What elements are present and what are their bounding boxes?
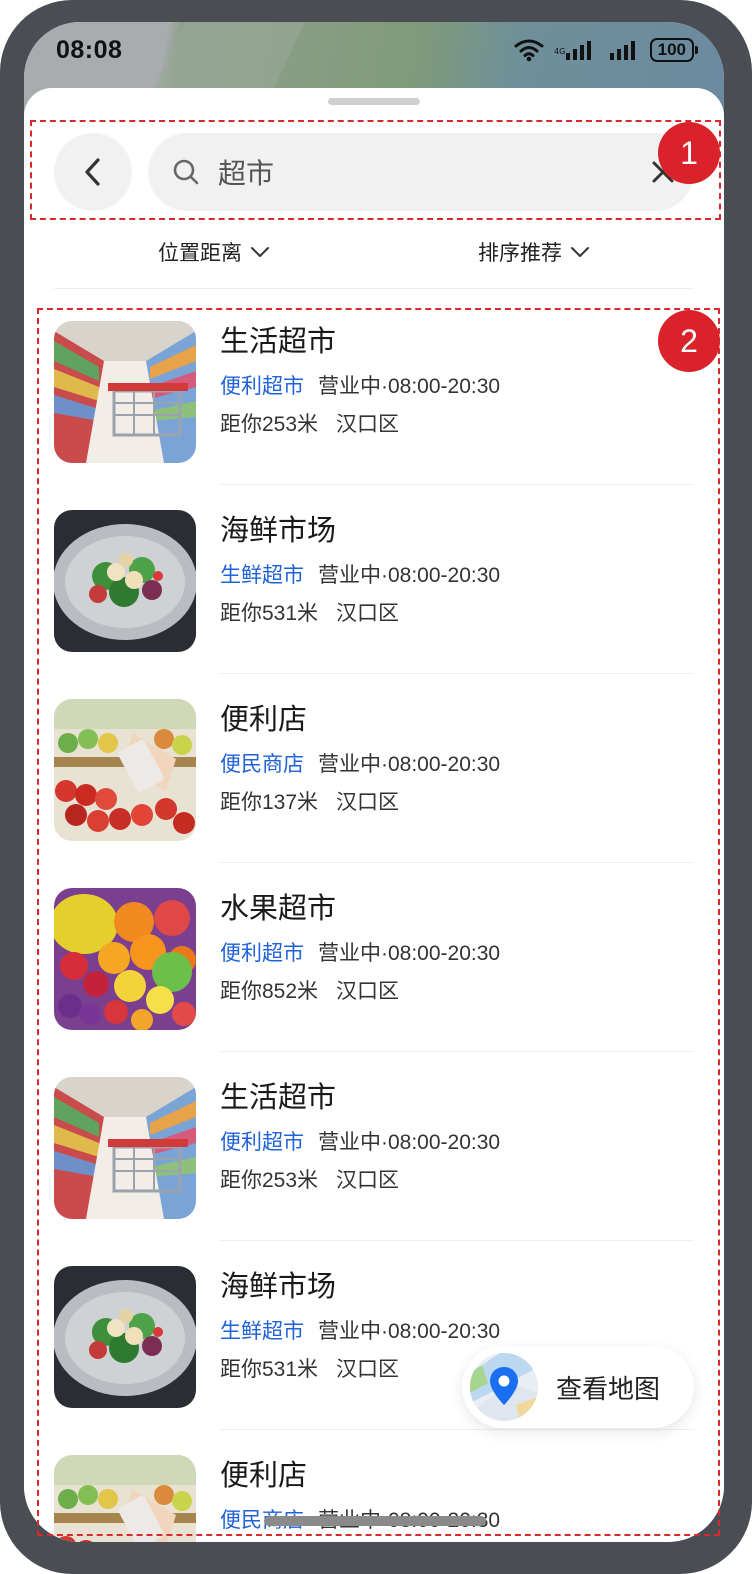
store-thumbnail[interactable] (54, 1077, 196, 1219)
store-info: 生活超市便利超市 营业中·08:00-20:30 距你253米 汉口区 (220, 1076, 694, 1196)
home-indicator[interactable] (264, 1516, 486, 1526)
store-distance: 距你852米 (220, 980, 319, 1003)
filter-sort-label: 排序推荐 (478, 242, 562, 265)
screen: 08:08 4G 100 超市 位置距离 排序推荐 生活超市 便利超市 营业中·… (24, 22, 724, 1542)
store-category: 便利超市 (220, 1131, 304, 1154)
store-distance: 距你253米 (220, 413, 319, 436)
store-thumbnail[interactable] (54, 1455, 196, 1542)
store-distance: 距你137米 (220, 791, 319, 814)
signal-icon: 4G (554, 41, 591, 60)
list-item[interactable]: 生活超市便利超市 营业中·08:00-20:30 距你253米 汉口区 (54, 320, 694, 509)
store-name: 便利店 (220, 704, 308, 736)
store-name: 生活超市 (220, 1082, 337, 1114)
store-thumbnail[interactable] (54, 699, 196, 841)
status-bar: 08:08 4G 100 (24, 22, 724, 78)
store-category: 便利超市 (220, 942, 304, 965)
store-district: 汉口区 (336, 980, 400, 1003)
store-category: 便利超市 (220, 375, 304, 398)
chevron-left-icon (85, 158, 100, 186)
battery-indicator: 100 (649, 38, 699, 62)
store-name: 便利店 (220, 1460, 308, 1492)
store-info: 便利店便民商店营业中·08:00-20:30 距你137米汉口区 (220, 698, 694, 818)
search-field[interactable]: 超市 (148, 133, 694, 211)
store-location: 距你253米 汉口区 (220, 1166, 694, 1196)
map-pin-icon (470, 1353, 538, 1421)
store-info: 便利店便民商店营业中·08:00-20:30距你137米汉口区 (220, 1454, 694, 1542)
store-distance: 距你531米 (220, 1358, 319, 1381)
chevron-down-icon (571, 247, 589, 257)
annotation-badge-1: 1 (658, 122, 720, 184)
list-item[interactable]: 水果超市便利超市 营业中·08:00-20:30 距你852米 汉口区 (54, 887, 694, 1076)
search-icon (173, 159, 199, 185)
list-item[interactable]: 生活超市便利超市 营业中·08:00-20:30 距你253米 汉口区 (54, 1076, 694, 1265)
store-info: 海鲜市场生鲜超市 营业中·08:00-20:30 距你531米 汉口区 (220, 509, 694, 629)
store-thumbnail[interactable] (54, 1266, 196, 1408)
store-distance: 距你531米 (220, 602, 319, 625)
store-name: 水果超市 (220, 893, 337, 925)
status-icons: 4G 100 (514, 38, 699, 62)
store-thumbnail[interactable] (54, 321, 196, 463)
store-category: 生鲜超市 (220, 1320, 304, 1343)
list-divider (220, 1429, 694, 1430)
list-item[interactable]: 海鲜市场生鲜超市 营业中·08:00-20:30 距你531米 汉口区 (54, 509, 694, 698)
store-hours: 营业中·08:00-20:30 (318, 753, 501, 776)
store-name: 海鲜市场 (220, 1271, 337, 1303)
list-item[interactable]: 便利店便民商店营业中·08:00-20:30距你137米汉口区 (54, 1454, 694, 1542)
list-divider (220, 673, 694, 674)
wifi-icon (514, 39, 544, 62)
filter-distance-label: 位置距离 (158, 242, 242, 265)
view-map-label: 查看地图 (556, 1373, 661, 1404)
search-query[interactable]: 超市 (218, 152, 648, 192)
store-location: 距你137米 汉口区 (220, 788, 694, 818)
store-hours: 营业中·08:00-20:30 (318, 1320, 501, 1343)
list-divider (220, 862, 694, 863)
list-divider (220, 1051, 694, 1052)
store-category: 生鲜超市 (220, 564, 304, 587)
store-meta: 便利超市 营业中·08:00-20:30 (220, 1128, 694, 1158)
list-divider (220, 1240, 694, 1241)
filter-divider (54, 288, 694, 289)
store-distance: 距你253米 (220, 1169, 319, 1192)
store-thumbnail[interactable] (54, 510, 196, 652)
store-district: 汉口区 (336, 413, 400, 436)
svg-text:4G: 4G (554, 47, 565, 56)
annotation-badge-2: 2 (658, 310, 720, 372)
store-thumbnail[interactable] (54, 888, 196, 1030)
store-district: 汉口区 (336, 791, 400, 814)
store-meta: 生鲜超市 营业中·08:00-20:30 (220, 1317, 694, 1347)
store-name: 生活超市 (220, 326, 337, 358)
search-results-sheet: 超市 位置距离 排序推荐 生活超市 便利超市 营业中·08:00-20:30 距… (24, 88, 724, 1542)
list-divider (220, 484, 694, 485)
filter-bar: 位置距离 排序推荐 (54, 232, 694, 272)
search-header: 超市 (54, 133, 694, 211)
store-meta: 便民商店营业中·08:00-20:30 (220, 750, 694, 780)
store-info: 水果超市便利超市 营业中·08:00-20:30 距你852米 汉口区 (220, 887, 694, 1007)
store-hours: 营业中·08:00-20:30 (318, 564, 501, 587)
store-district: 汉口区 (336, 602, 400, 625)
store-hours: 营业中·08:00-20:30 (318, 1131, 501, 1154)
store-meta: 便利超市 营业中·08:00-20:30 (220, 372, 694, 402)
back-button[interactable] (54, 133, 132, 211)
store-name: 海鲜市场 (220, 515, 337, 547)
store-info: 生活超市便利超市 营业中·08:00-20:30 距你253米 汉口区 (220, 320, 694, 440)
filter-distance[interactable]: 位置距离 (54, 237, 374, 267)
store-district: 汉口区 (336, 1169, 400, 1192)
status-time: 08:08 (56, 35, 123, 64)
filter-sort[interactable]: 排序推荐 (374, 237, 694, 267)
store-meta: 便利超市 营业中·08:00-20:30 (220, 939, 694, 969)
chevron-down-icon (251, 247, 269, 257)
store-location: 距你531米 汉口区 (220, 599, 694, 629)
sheet-drag-handle[interactable] (328, 98, 420, 105)
store-hours: 营业中·08:00-20:30 (318, 942, 501, 965)
store-hours: 营业中·08:00-20:30 (318, 375, 501, 398)
signal-icon-2 (609, 41, 635, 60)
list-item[interactable]: 便利店便民商店营业中·08:00-20:30 距你137米汉口区 (54, 698, 694, 887)
store-location: 距你852米 汉口区 (220, 977, 694, 1007)
view-map-button[interactable]: 查看地图 (462, 1346, 694, 1428)
store-district: 汉口区 (336, 1358, 400, 1381)
store-meta: 生鲜超市 营业中·08:00-20:30 (220, 561, 694, 591)
device-frame: 08:08 4G 100 超市 位置距离 排序推荐 生活超市 便利超市 营业中·… (0, 0, 752, 1574)
store-category: 便民商店 (220, 753, 304, 776)
store-location: 距你253米 汉口区 (220, 410, 694, 440)
